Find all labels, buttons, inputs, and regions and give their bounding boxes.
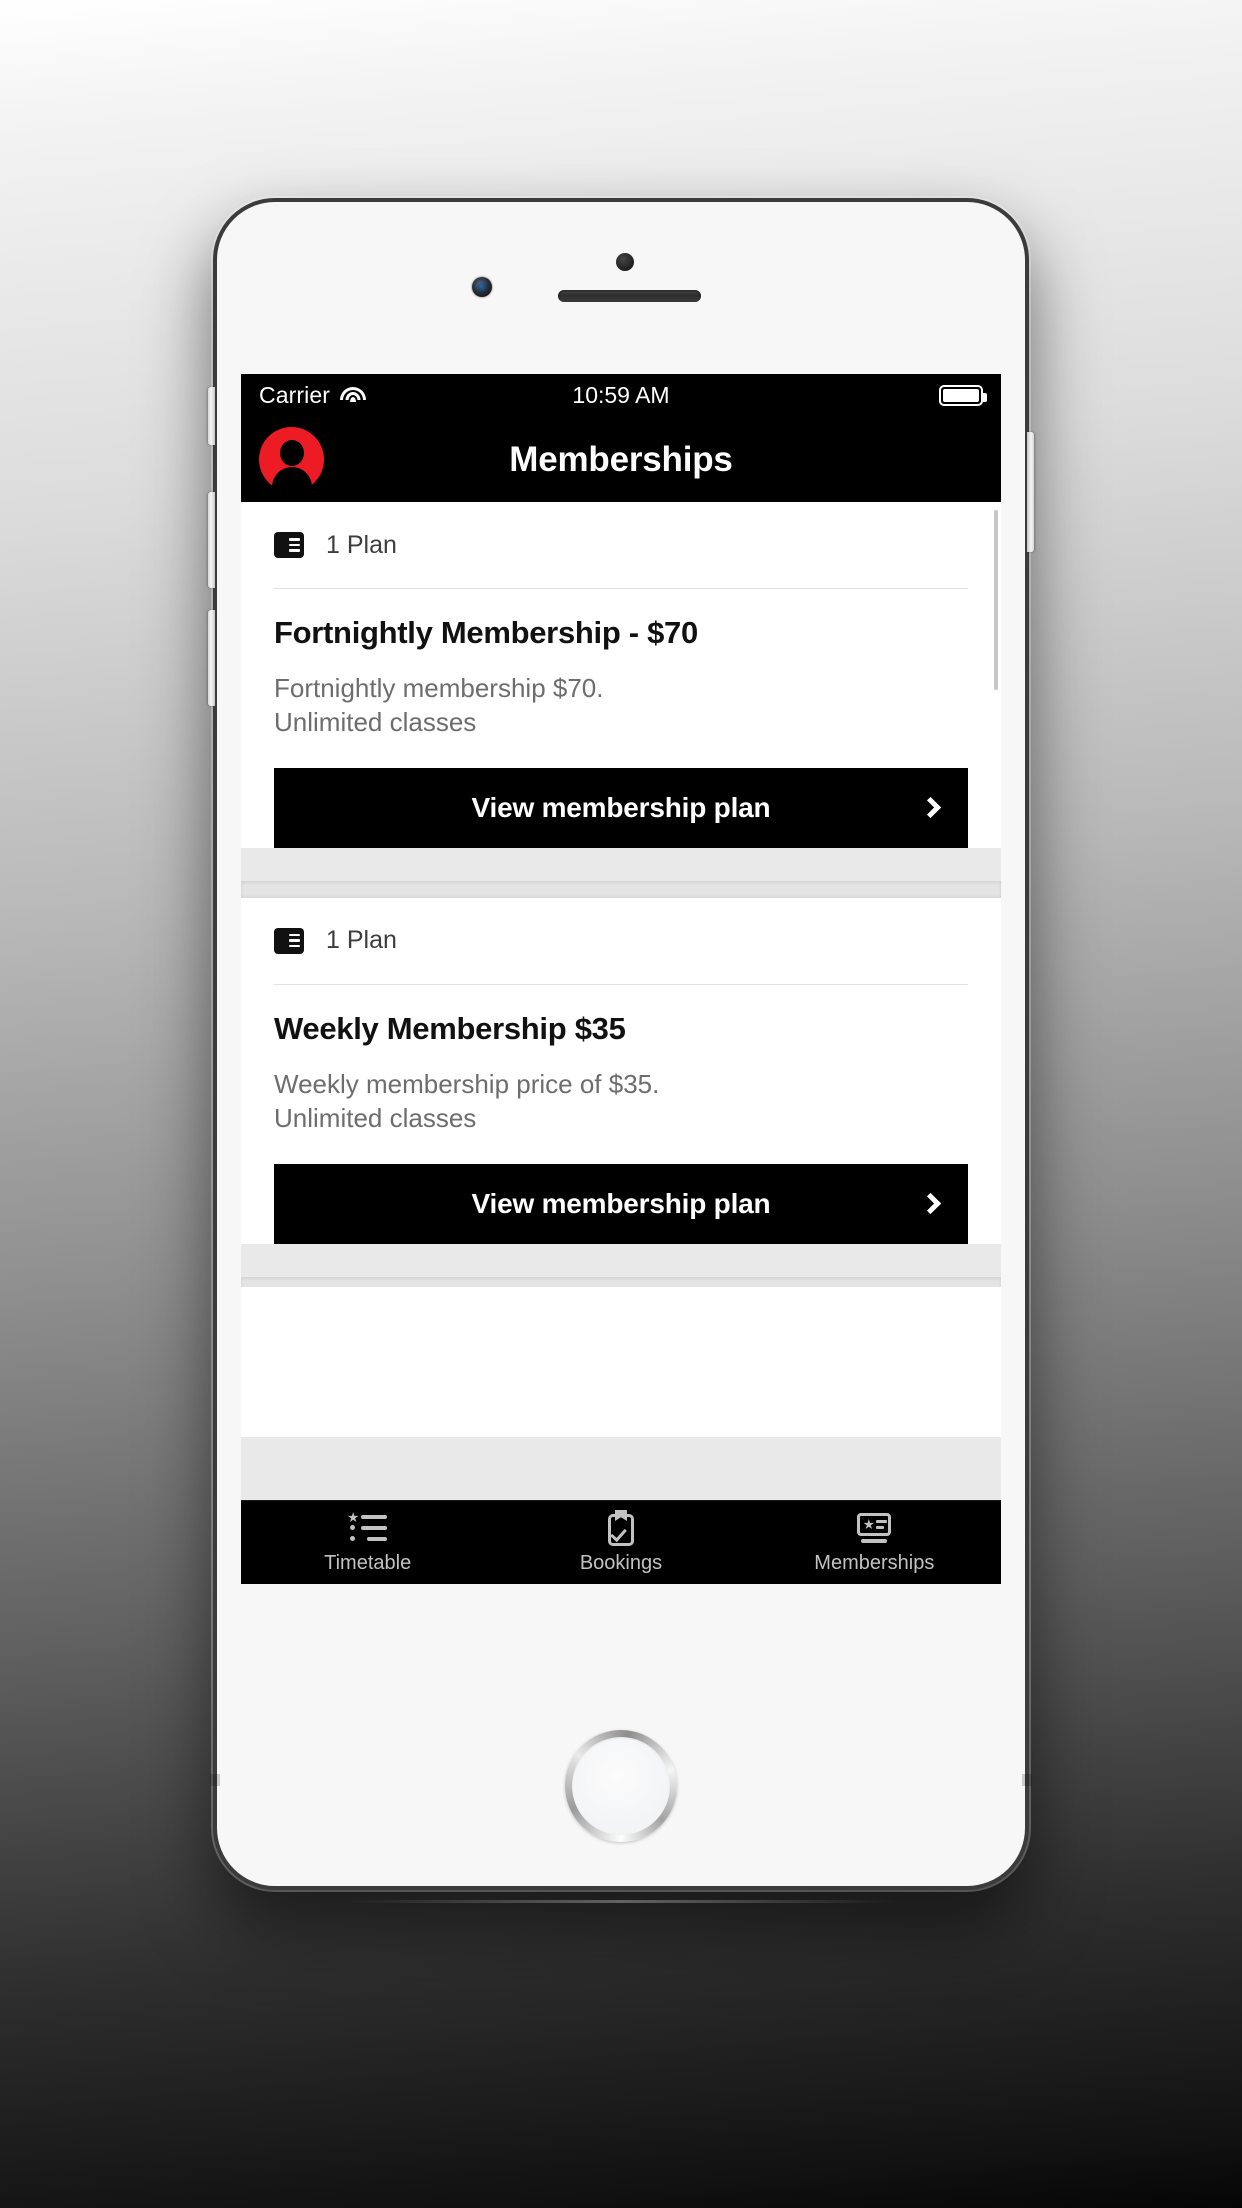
phone-device-frame: Carrier 10:59 AM Memberships 1 Plan Fort… bbox=[208, 198, 1034, 1890]
membership-description-line-1: Weekly membership price of $35. bbox=[274, 1068, 660, 1099]
power-button[interactable] bbox=[1027, 432, 1034, 552]
card-divider bbox=[274, 983, 968, 985]
membership-card: 1 Plan Weekly Membership $35 Weekly memb… bbox=[241, 897, 1001, 1244]
view-membership-plan-button[interactable]: View membership plan bbox=[274, 767, 968, 848]
plan-count-label: 1 Plan bbox=[326, 926, 397, 955]
bottom-tab-bar: Timetable Bookings Memberships bbox=[241, 1500, 1001, 1584]
membership-title: Weekly Membership $35 bbox=[274, 1010, 626, 1046]
list-empty-tail bbox=[241, 1286, 1001, 1437]
silent-switch-button[interactable] bbox=[208, 387, 215, 445]
view-membership-plan-button[interactable]: View membership plan bbox=[274, 1163, 968, 1244]
volume-down-button[interactable] bbox=[208, 610, 215, 706]
user-avatar-icon[interactable] bbox=[259, 427, 324, 499]
carrier-label: Carrier bbox=[259, 382, 330, 408]
membership-card-icon bbox=[274, 532, 304, 558]
view-membership-plan-label: View membership plan bbox=[471, 791, 771, 823]
membership-description-line-2: Unlimited classes bbox=[274, 1103, 477, 1134]
memberships-list[interactable]: 1 Plan Fortnightly Membership - $70 Fort… bbox=[241, 502, 1001, 1500]
view-membership-plan-label: View membership plan bbox=[471, 1187, 771, 1219]
home-button[interactable] bbox=[565, 1730, 677, 1842]
vertical-scrollbar[interactable] bbox=[994, 510, 998, 690]
status-bar: Carrier 10:59 AM bbox=[241, 374, 1001, 417]
tab-bookings-label: Bookings bbox=[579, 1552, 663, 1574]
plan-count-label: 1 Plan bbox=[326, 530, 397, 559]
proximity-sensor-icon bbox=[616, 253, 634, 271]
avatar-head-shape bbox=[279, 440, 304, 466]
chevron-right-icon bbox=[919, 1193, 942, 1215]
avatar-body-shape bbox=[271, 467, 312, 499]
wifi-icon bbox=[339, 386, 366, 405]
tab-timetable-label: Timetable bbox=[324, 1552, 412, 1574]
membership-card-icon bbox=[274, 927, 304, 954]
page-title: Memberships bbox=[509, 439, 733, 479]
clipboard-check-icon bbox=[600, 1510, 642, 1546]
tab-timetable[interactable]: Timetable bbox=[241, 1501, 494, 1584]
membership-card: 1 Plan Fortnightly Membership - $70 Fort… bbox=[241, 502, 1001, 848]
volume-up-button[interactable] bbox=[208, 492, 215, 588]
surface-reflection bbox=[345, 1900, 897, 1903]
status-bar-left: Carrier bbox=[259, 382, 366, 409]
antenna-band-left bbox=[210, 1774, 220, 1786]
membership-title: Fortnightly Membership - $70 bbox=[274, 615, 698, 650]
card-divider bbox=[274, 588, 968, 589]
list-bottom-separator bbox=[241, 1276, 1001, 1287]
membership-description-line-2: Unlimited classes bbox=[274, 707, 477, 738]
timetable-list-icon bbox=[347, 1510, 389, 1546]
chevron-right-icon bbox=[919, 797, 942, 819]
card-header: 1 Plan bbox=[274, 898, 968, 984]
antenna-band-right bbox=[1022, 1774, 1032, 1786]
battery-full-icon bbox=[939, 385, 987, 406]
membership-card-icon bbox=[853, 1510, 895, 1546]
tab-memberships-label: Memberships bbox=[814, 1552, 935, 1574]
card-separator bbox=[241, 880, 1001, 898]
tab-memberships[interactable]: Memberships bbox=[748, 1501, 1001, 1584]
status-bar-right bbox=[939, 385, 987, 406]
membership-description-line-1: Fortnightly membership $70. bbox=[274, 673, 604, 703]
earpiece-speaker bbox=[558, 290, 701, 302]
tab-bookings[interactable]: Bookings bbox=[494, 1501, 747, 1584]
front-camera-icon bbox=[472, 277, 492, 297]
phone-screen: Carrier 10:59 AM Memberships 1 Plan Fort… bbox=[241, 374, 1001, 1584]
app-header: Memberships bbox=[241, 417, 1001, 502]
card-header: 1 Plan bbox=[274, 502, 968, 588]
